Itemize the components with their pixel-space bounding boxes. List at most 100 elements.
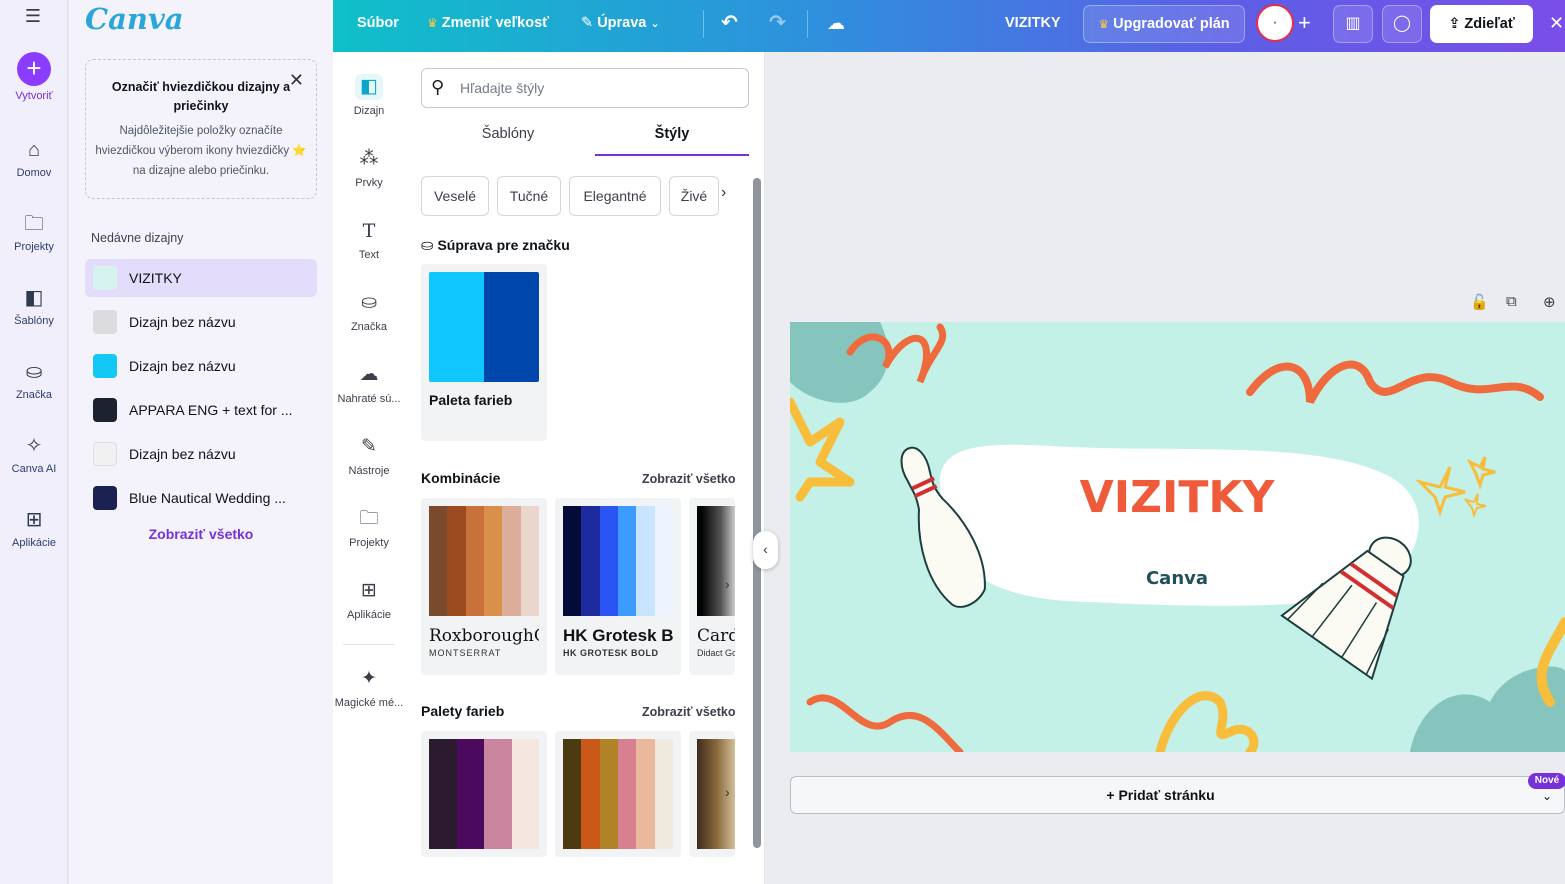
magic-media-icon: ✦ bbox=[361, 668, 377, 689]
add-collaborator-icon[interactable]: + bbox=[1298, 0, 1311, 46]
folder-icon: 🗀 bbox=[24, 213, 44, 235]
sparkle-icon: ✧ bbox=[25, 435, 43, 457]
templates-icon: ◧ bbox=[24, 287, 44, 309]
recent-item[interactable]: Dizajn bez názvu bbox=[85, 347, 317, 385]
star-tip-box: ✕ Označiť hviezdičkou dizajny a priečink… bbox=[85, 59, 317, 199]
chevron-right-icon[interactable]: › bbox=[725, 784, 730, 800]
chevron-right-icon[interactable]: › bbox=[725, 576, 730, 592]
combo-swatches bbox=[429, 506, 539, 616]
redo-icon[interactable]: ↷ bbox=[769, 0, 786, 46]
undo-icon[interactable]: ↶ bbox=[721, 0, 738, 46]
brand-icon: ⛀ bbox=[421, 237, 434, 254]
tab-styles[interactable]: Štýly bbox=[595, 126, 749, 156]
menu-collapse-icon[interactable]: ☰ bbox=[22, 6, 44, 26]
orange-scribble bbox=[806, 694, 964, 752]
edit-menu[interactable]: ✎ Úprava ⌄ bbox=[581, 0, 660, 46]
scrollbar-thumb[interactable] bbox=[753, 178, 761, 848]
recent-item[interactable]: Dizajn bez názvu bbox=[85, 303, 317, 341]
orange-scribble bbox=[1246, 360, 1544, 404]
duplicate-page-icon[interactable]: ⧉ bbox=[1506, 293, 1517, 310]
rail-brand[interactable]: ⛀ Značka bbox=[0, 359, 68, 401]
upgrade-button[interactable]: ♛ Upgradovať plán bbox=[1083, 5, 1245, 43]
left-rail: ☰ + Vytvoriť ⌂ Domov 🗀 Projekty ◧ Šablón… bbox=[0, 0, 68, 884]
chevron-down-icon: ⌄ bbox=[650, 18, 660, 30]
recent-item[interactable]: VIZITKY bbox=[85, 259, 317, 297]
combo-swatches bbox=[563, 506, 673, 616]
combo-swatches bbox=[697, 506, 735, 616]
tools-column: ◧ Dizajn ⁂ Prvky T Text ⛀ Značka ☁ Nahra… bbox=[333, 52, 405, 884]
rail-projects[interactable]: 🗀 Projekty bbox=[0, 211, 68, 253]
close-icon[interactable]: ✕ bbox=[1549, 0, 1564, 46]
star-tip-title: Označiť hviezdičkou dizajny a priečinky bbox=[111, 80, 291, 113]
rail-home[interactable]: ⌂ Domov bbox=[0, 137, 68, 179]
tool-tools[interactable]: ✎ Nástroje bbox=[333, 434, 405, 477]
tool-brand[interactable]: ⛀ Značka bbox=[333, 290, 405, 333]
styles-panel: ⚲ Šablóny Štýly Veselé Tučné Elegantné Ž… bbox=[405, 52, 765, 884]
chip-vivid[interactable]: Živé bbox=[669, 176, 719, 216]
palettes-title: Palety farieb bbox=[421, 703, 505, 719]
divider bbox=[807, 10, 808, 38]
rail-create[interactable]: + Vytvoriť bbox=[0, 52, 68, 102]
page-artwork: VIZITKY Canva bbox=[790, 322, 1565, 752]
collapse-panel-button[interactable]: ‹ bbox=[753, 531, 778, 569]
tool-apps[interactable]: ⊞ Aplikácie bbox=[333, 578, 405, 621]
combo-card[interactable]: RoxboroughCF MONTSERRAT bbox=[421, 498, 547, 675]
file-menu[interactable]: Súbor bbox=[357, 0, 399, 46]
design-thumbnail bbox=[93, 442, 117, 466]
chevron-right-icon[interactable]: › bbox=[721, 184, 726, 202]
design-thumbnail bbox=[93, 310, 117, 334]
side-panel: Canva ✕ Označiť hviezdičkou dizajny a pr… bbox=[69, 0, 333, 884]
comment-icon[interactable]: ◯ bbox=[1382, 5, 1422, 43]
palette-card[interactable] bbox=[421, 731, 547, 857]
recent-item[interactable]: APPARA ENG + text for ... bbox=[85, 391, 317, 429]
palette-card[interactable] bbox=[555, 731, 681, 857]
rail-apps[interactable]: ⊞ Aplikácie bbox=[0, 507, 68, 549]
add-page-button[interactable]: + Pridať stránku bbox=[790, 776, 1531, 814]
combo-card[interactable]: HK Grotesk Bold HK GROTESK BOLD bbox=[555, 498, 681, 675]
search-input[interactable] bbox=[460, 78, 740, 98]
rail-templates[interactable]: ◧ Šablóny bbox=[0, 285, 68, 327]
palettes-see-all[interactable]: Zobraziť všetko bbox=[642, 705, 736, 719]
resize-button[interactable]: ♛ Zmeniť veľkosť bbox=[427, 0, 549, 46]
text-icon: T bbox=[362, 220, 376, 242]
search-icon: ⚲ bbox=[431, 77, 445, 97]
share-icon: ⇪ bbox=[1448, 16, 1461, 32]
recent-title: Nedávne dizajny bbox=[91, 231, 184, 245]
tool-text[interactable]: T Text bbox=[333, 218, 405, 261]
tool-design[interactable]: ◧ Dizajn bbox=[333, 74, 405, 117]
star-icon bbox=[1415, 466, 1466, 517]
tool-elements[interactable]: ⁂ Prvky bbox=[333, 146, 405, 189]
pencil-icon: ✎ bbox=[581, 15, 594, 31]
insights-icon[interactable]: ▥ bbox=[1333, 5, 1373, 43]
design-thumbnail bbox=[93, 354, 117, 378]
tool-magic-media[interactable]: ✦ Magické mé... bbox=[333, 666, 405, 709]
design-thumbnail bbox=[93, 398, 117, 422]
cloud-save-icon[interactable]: ☁ bbox=[827, 0, 845, 46]
design-title[interactable]: VIZITKY bbox=[1005, 0, 1061, 46]
lock-icon[interactable]: 🔓 bbox=[1470, 293, 1489, 311]
search-box[interactable]: ⚲ bbox=[421, 68, 749, 108]
canva-logo[interactable]: Canva bbox=[85, 2, 184, 36]
recent-item[interactable]: Dizajn bez názvu bbox=[85, 435, 317, 473]
add-page-icon[interactable]: ⊕ bbox=[1543, 293, 1556, 311]
design-page[interactable]: VIZITKY Canva bbox=[790, 322, 1565, 752]
star-icon bbox=[1463, 493, 1487, 518]
tool-uploads[interactable]: ☁ Nahraté sú... bbox=[333, 362, 405, 405]
panel-scrollbar[interactable] bbox=[753, 164, 761, 884]
chip-bold[interactable]: Tučné bbox=[497, 176, 561, 216]
avatar[interactable]: ● bbox=[1256, 4, 1294, 42]
rail-canva-ai[interactable]: ✧ Canva AI bbox=[0, 433, 68, 475]
combos-see-all[interactable]: Zobraziť všetko bbox=[642, 472, 736, 486]
combos-title: Kombinácie bbox=[421, 470, 501, 486]
chip-elegant[interactable]: Elegantné bbox=[569, 176, 661, 216]
share-button[interactable]: ⇪ Zdieľať bbox=[1430, 5, 1533, 43]
page-title: VIZITKY bbox=[1080, 472, 1276, 523]
recent-item[interactable]: Blue Nautical Wedding ... bbox=[85, 479, 317, 517]
close-icon[interactable]: ✕ bbox=[289, 70, 304, 91]
see-all-link[interactable]: Zobraziť všetko bbox=[85, 526, 317, 542]
chip-fun[interactable]: Veselé bbox=[421, 176, 489, 216]
upload-icon: ☁ bbox=[359, 364, 379, 385]
tool-projects[interactable]: 🗀 Projekty bbox=[333, 506, 405, 549]
brand-palette-card[interactable]: Paleta farieb bbox=[421, 264, 547, 441]
tab-templates[interactable]: Šablóny bbox=[431, 126, 585, 156]
